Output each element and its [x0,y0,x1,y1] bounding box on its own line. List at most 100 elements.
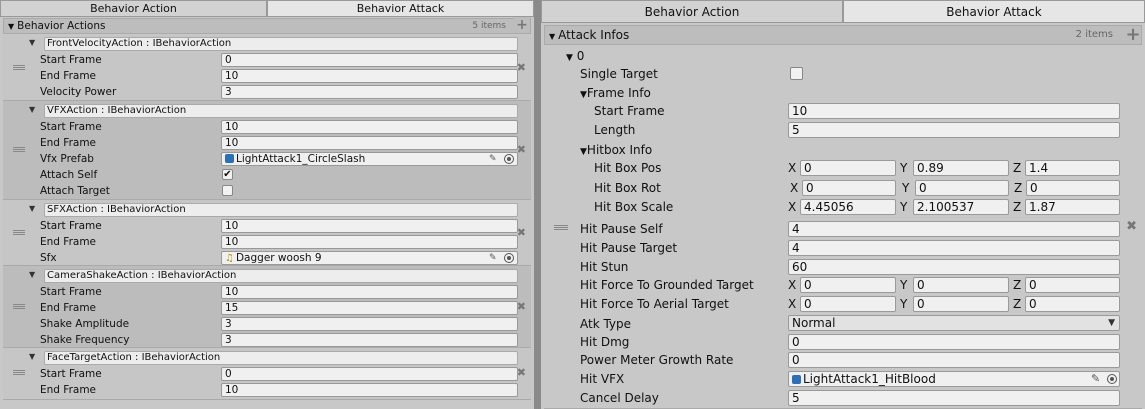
cancel-delay-input[interactable]: 5 [788,390,1120,406]
force-aerial-x-input[interactable]: 0 [800,296,896,312]
hit-pause-self-input[interactable]: 4 [788,221,1120,237]
attach-target-checkbox[interactable] [222,185,233,196]
prefab-icon [225,154,234,163]
start-frame-input[interactable]: 10 [221,285,518,299]
hit-pause-target-input[interactable]: 4 [788,240,1120,256]
action-type-header[interactable]: FrontVelocityAction : IBehaviorAction [44,37,518,51]
start-frame-input[interactable]: 0 [221,53,518,67]
foldout-down-icon: ▼ [549,32,556,41]
remove-item-button[interactable]: ✖ [517,143,526,156]
vfx-prefab-object-field[interactable]: LightAttack1_CircleSlash [221,152,518,166]
field-label: Attach Target [40,185,110,197]
force-aerial-z-input[interactable]: 0 [1025,296,1120,312]
length-input[interactable]: 5 [788,122,1120,138]
pencil-icon[interactable]: ✎ [489,151,497,167]
end-frame-input[interactable]: 10 [221,136,518,150]
drag-handle[interactable] [554,225,568,230]
hitbox-rot-y-input[interactable]: 0 [915,180,1009,196]
hitbox-scale-y-input[interactable]: 2.100537 [913,199,1009,215]
hit-dmg-input[interactable]: 0 [788,334,1120,350]
tab-behavior-attack[interactable]: Behavior Attack [843,0,1145,22]
hitbox-pos-y-input[interactable]: 0.89 [913,160,1009,176]
z-axis-label: Z [1014,181,1023,195]
hitbox-rot-z-input[interactable]: 0 [1026,180,1120,196]
field-label: Start Frame [40,121,102,133]
attack-infos-panel: Behavior Action Behavior Attack ▼ Attack … [541,0,1145,409]
shake-frequency-input[interactable]: 3 [221,333,518,347]
start-frame-input[interactable]: 0 [221,367,518,381]
x-axis-label: X [788,161,797,175]
action-type-header[interactable]: VFXAction : IBehaviorAction [44,104,518,118]
velocity-power-input[interactable]: 3 [221,85,518,99]
action-type-header[interactable]: SFXAction : IBehaviorAction [44,203,518,217]
remove-item-button[interactable]: ✖ [517,61,526,74]
force-aerial-y-input[interactable]: 0 [913,296,1009,312]
end-frame-input[interactable]: 15 [221,301,518,315]
action-type-header[interactable]: CameraShakeAction : IBehaviorAction [44,269,518,283]
object-picker-icon[interactable] [1107,374,1117,384]
start-frame-input[interactable]: 10 [221,120,518,134]
sfx-object-field[interactable]: ♫ Dagger woosh 9 [221,251,518,265]
action-type-header[interactable]: FaceTargetAction : IBehaviorAction [44,351,518,365]
attach-self-checkbox[interactable]: ✔ [222,169,233,180]
foldout-down-icon[interactable]: ▼ [29,352,35,361]
hitbox-pos-x-input[interactable]: 0 [800,160,896,176]
power-meter-growth-rate-input[interactable]: 0 [788,352,1120,368]
object-picker-icon[interactable] [504,253,514,263]
remove-item-button[interactable]: ✖ [517,226,526,239]
list-item: ▼ SFXAction : IBehaviorAction Start Fram… [3,200,531,266]
attack-infos-list-header[interactable]: ▼ Attack Infos 2 items [544,25,1142,45]
start-frame-input[interactable]: 10 [221,219,518,233]
field-label: End Frame [40,137,97,149]
foldout-down-icon[interactable]: ▼ [29,38,35,47]
field-label: Start Frame [40,368,102,380]
hitbox-pos-z-input[interactable]: 1.4 [1025,160,1120,176]
force-grounded-x-input[interactable]: 0 [800,277,896,293]
tab-behavior-attack[interactable]: Behavior Attack [267,0,534,16]
field-label: Hit Dmg [580,335,630,349]
atk-type-dropdown[interactable]: Normal ▼ [788,315,1120,331]
field-label: Length [594,123,636,137]
field-label: Shake Frequency [40,334,130,346]
end-frame-input[interactable]: 10 [221,69,518,83]
end-frame-input[interactable]: 10 [221,235,518,249]
pencil-icon[interactable]: ✎ [489,250,497,266]
hitbox-scale-x-input[interactable]: 4.45056 [800,199,896,215]
end-frame-input[interactable]: 10 [221,383,518,397]
field-label: Hit Box Pos [594,161,662,175]
element-index: 0 [576,49,585,63]
foldout-down-icon[interactable]: ▼ [29,204,35,213]
single-target-checkbox[interactable] [790,67,803,80]
prefab-icon [792,375,801,384]
remove-item-button[interactable]: ✖ [517,300,526,313]
hitbox-scale-z-input[interactable]: 1.87 [1025,199,1120,215]
behavior-actions-list-header[interactable]: ▼ Behavior Actions 5 items [3,18,531,34]
foldout-down-icon[interactable]: ▼ [29,270,35,279]
start-frame-input[interactable]: 10 [788,103,1120,119]
hit-vfx-object-field[interactable]: LightAttack1_HitBlood [788,371,1120,387]
remove-item-button[interactable]: ✖ [1126,219,1137,234]
force-grounded-y-input[interactable]: 0 [913,277,1009,293]
x-axis-label: X [790,181,799,195]
field-label: Start Frame [594,104,665,118]
list-item: ▼ VFXAction : IBehaviorAction Start Fram… [3,101,531,200]
element-foldout[interactable]: ▼ 0 [566,47,584,65]
field-label: Hit Force To Grounded Target [580,278,754,292]
object-picker-icon[interactable] [504,154,514,164]
tab-behavior-action[interactable]: Behavior Action [541,0,843,22]
add-item-button[interactable]: + [1125,26,1141,44]
pencil-icon[interactable]: ✎ [1091,372,1100,385]
shake-amplitude-input[interactable]: 3 [221,317,518,331]
foldout-down-icon: ▼ [580,90,587,100]
force-grounded-z-input[interactable]: 0 [1025,277,1120,293]
hit-stun-input[interactable]: 60 [788,259,1120,275]
tab-behavior-action[interactable]: Behavior Action [0,0,267,16]
hitbox-info-foldout[interactable]: ▼Hitbox Info [580,141,652,159]
left-tab-bar: Behavior Action Behavior Attack [0,0,534,17]
frame-info-foldout[interactable]: ▼Frame Info [580,84,651,102]
remove-item-button[interactable]: ✖ [517,366,526,379]
hitbox-rot-x-input[interactable]: 0 [802,180,896,196]
list-item: ▼ FaceTargetAction : IBehaviorAction Sta… [3,348,531,400]
add-item-button[interactable]: + [514,17,530,33]
foldout-down-icon[interactable]: ▼ [29,105,35,114]
